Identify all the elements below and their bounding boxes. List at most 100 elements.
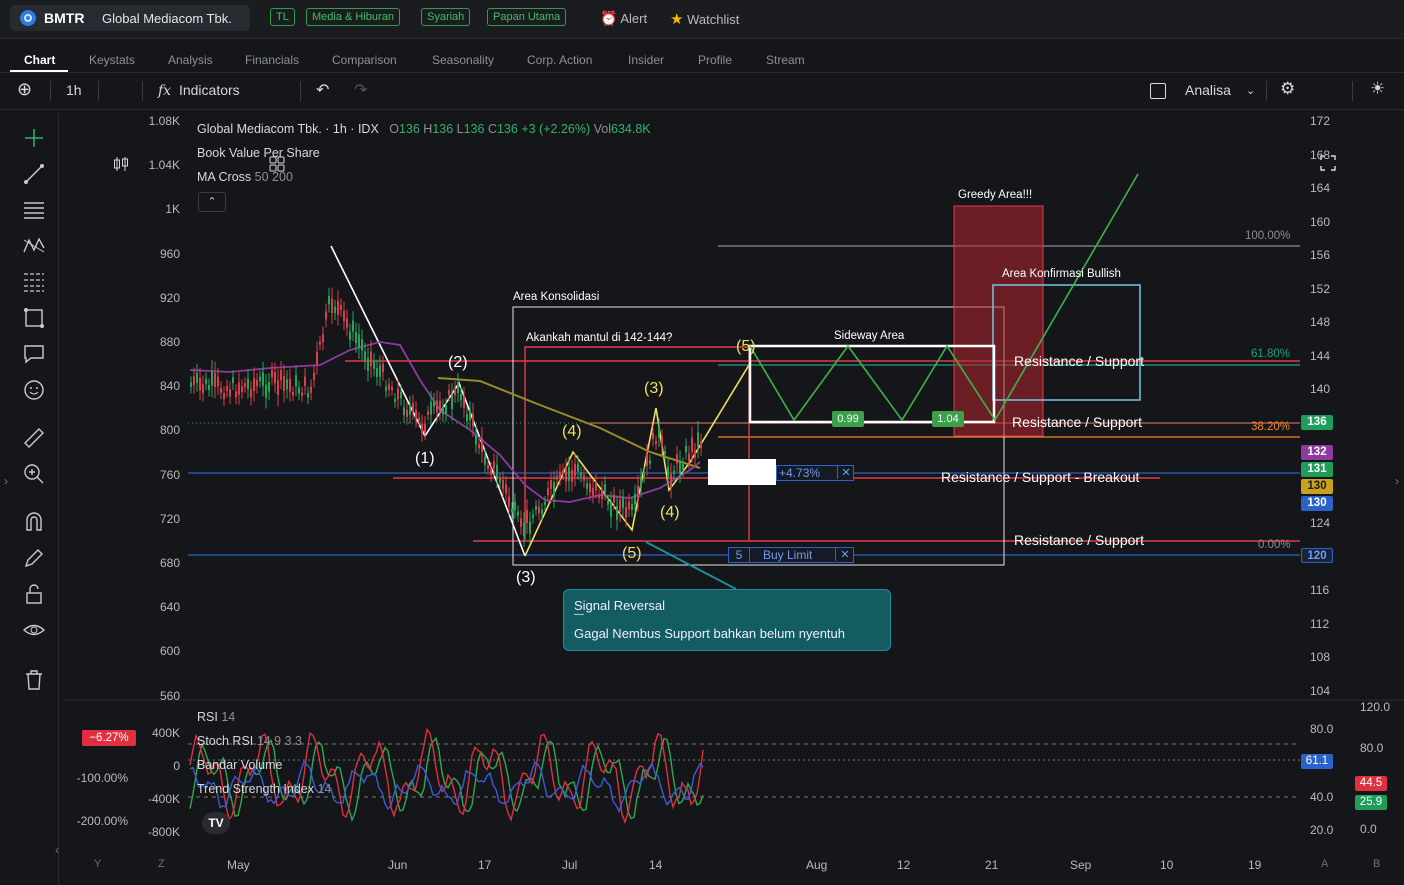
high-label: H (423, 122, 433, 136)
price-tick-label: 152 (1310, 281, 1331, 296)
candle-body (364, 351, 366, 361)
subwave-label-4b: (4) (660, 504, 680, 521)
rsi-legend[interactable]: RSI 14 (197, 710, 235, 724)
candle-body (532, 514, 534, 518)
close-icon[interactable]: ✕ (837, 466, 854, 479)
candle-body (232, 377, 234, 384)
candle-body (229, 389, 231, 397)
candle-body (562, 469, 564, 474)
candle-body (196, 372, 198, 383)
candle-body (322, 334, 324, 343)
book-value-legend[interactable]: Book Value Per Share (197, 146, 320, 160)
price-tag-ma2: 131 (1301, 462, 1333, 477)
trend-params: 14 (317, 782, 332, 796)
target-percent-order[interactable]: +4.73% ✕ (776, 465, 854, 481)
ind-axis-minus400k: -400K (147, 792, 180, 806)
price-tag-buy: 120 (1301, 548, 1333, 563)
time-tick-label: 21 (985, 858, 999, 872)
candle-body (682, 464, 684, 470)
trend-strength-legend[interactable]: Trend Strength Index 14 (197, 782, 331, 796)
candle-body (475, 435, 477, 445)
tradingview-logo-icon: TV (202, 812, 230, 834)
stoch-rsi-legend[interactable]: Stoch RSI 14 9 3 3 (197, 734, 302, 748)
pct-change-badge: −6.27% (82, 730, 136, 746)
candle-body (271, 369, 273, 378)
candle-body (331, 298, 333, 313)
collapse-legend-button[interactable]: ⌃ (198, 192, 226, 212)
price-tag-ma: 132 (1301, 445, 1333, 460)
osc-axis-80: 80.0 (1310, 722, 1334, 736)
candle-body (661, 437, 663, 447)
candle-body (253, 377, 255, 392)
subwave-label-4a: (4) (562, 423, 582, 440)
candle-body (391, 386, 393, 391)
candle-body (292, 391, 294, 396)
candle-body (436, 400, 438, 413)
candle-body (490, 469, 492, 475)
signal-reversal-callout[interactable]: Signal Reversal — Gagal Nembus Support b… (563, 589, 891, 651)
ratio-box-104: 1.04 (932, 411, 964, 427)
candle-body (463, 396, 465, 408)
candle-body (544, 501, 546, 505)
ma-cross-legend[interactable]: MA Cross 50 200 (197, 170, 293, 184)
candle-body (457, 382, 459, 394)
resistance-support-label-1: Resistance / Support (1014, 353, 1144, 369)
candle-body (319, 341, 321, 345)
candle-body (550, 480, 552, 490)
candle-body (694, 450, 696, 458)
candle-body (595, 481, 597, 491)
candle-body (697, 432, 699, 448)
price-tick-label: 148 (1310, 315, 1331, 329)
candle-body (208, 384, 210, 390)
candle-body (289, 378, 291, 392)
buy-limit-order[interactable]: 5 Buy Limit ✕ (728, 547, 854, 563)
candle-body (652, 432, 654, 440)
price-tick-label: 104 (1310, 683, 1331, 698)
bandar-volume-legend[interactable]: Bandar Volume (197, 758, 282, 772)
candle-body (247, 378, 249, 390)
legend-title: Global Mediacom Tbk. · 1h · IDX (197, 122, 379, 136)
candle-body (601, 489, 603, 500)
ind-axis-0: 0 (173, 759, 180, 773)
wave-label-1: (1) (415, 450, 435, 467)
mantul-question-label: Akankah mantul di 142-144? (526, 332, 673, 344)
candle-body (616, 506, 618, 520)
candle-body (631, 504, 633, 510)
subwave-label-5b: (5) (622, 545, 642, 562)
candle-body (580, 472, 582, 477)
time-tick-label: 17 (478, 858, 492, 872)
candle-body (589, 483, 591, 493)
volume-label: Vol (593, 122, 611, 136)
candle-body (478, 444, 480, 449)
open-label: O (389, 122, 399, 136)
candle-body (244, 383, 246, 387)
candle-body (553, 482, 555, 497)
axis-corner-label: B (1373, 858, 1381, 870)
stoch-params: 14 9 3 3 (256, 734, 302, 748)
trend-label: Trend Strength Index (197, 782, 314, 796)
close-icon[interactable]: ✕ (835, 548, 854, 561)
candle-body (700, 441, 702, 449)
candle-body (301, 392, 303, 396)
candle-body (619, 499, 621, 513)
candle-body (583, 475, 585, 481)
price-tag-level: 130 (1301, 496, 1333, 511)
candle-body (646, 453, 648, 466)
candle-body (220, 387, 222, 393)
candle-body (448, 390, 450, 395)
candle-body (412, 403, 414, 412)
axis-corner-label: Y (94, 858, 102, 870)
ma-cross-label: MA Cross (197, 170, 252, 184)
candle-body (559, 471, 561, 479)
candle-body (316, 351, 318, 365)
candle-body (526, 509, 528, 524)
volume-tick-label: 600 (159, 644, 180, 659)
price-tag-last: 136 (1301, 415, 1333, 430)
candle-body (517, 511, 519, 516)
candle-body (268, 381, 270, 392)
candle-body (265, 384, 267, 398)
axis-corner-label: Z (158, 858, 165, 870)
candle-body (250, 389, 252, 398)
candle-body (607, 500, 609, 505)
candle-body (529, 521, 531, 534)
